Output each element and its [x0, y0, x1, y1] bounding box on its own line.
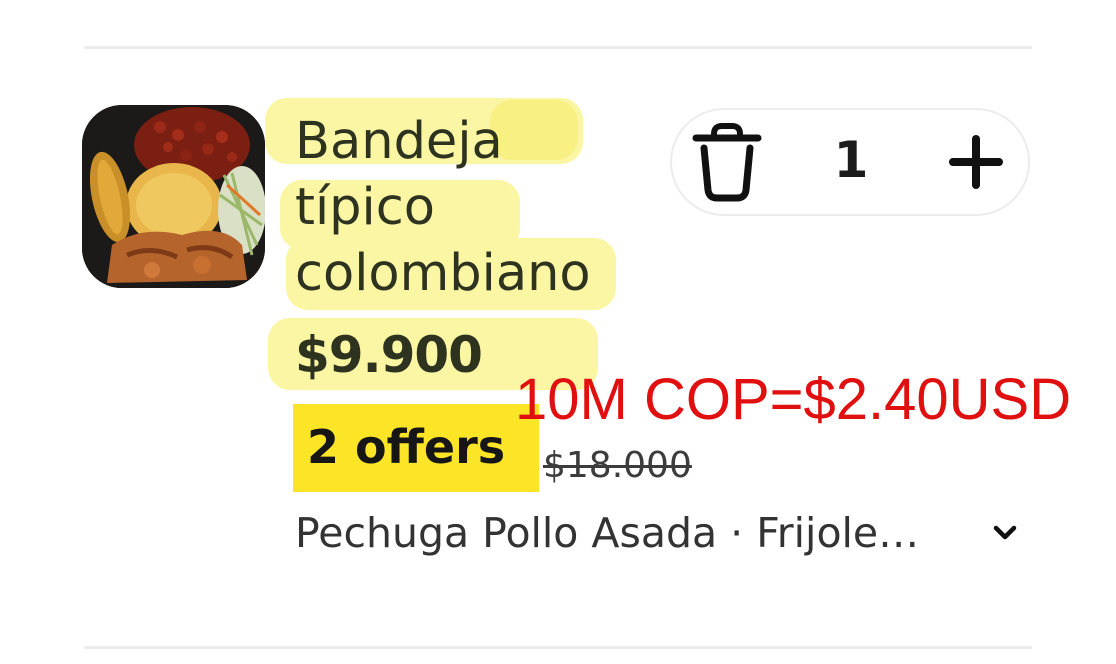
item-description[interactable]: Pechuga Pollo Asada · Frijole… [295, 508, 919, 558]
food-image [82, 105, 265, 288]
trash-icon[interactable] [690, 122, 764, 202]
chevron-down-icon[interactable] [990, 518, 1020, 548]
quantity-value: 1 [833, 131, 869, 189]
top-divider [84, 46, 1032, 49]
item-title-line: colombiano [295, 244, 591, 303]
currency-annotation: 10M COP=$2.40USD [515, 367, 1072, 432]
item-title-line: Bandeja [295, 112, 503, 171]
plus-icon[interactable] [946, 132, 1006, 192]
title-highlight [490, 100, 578, 160]
original-price: $18.000 [543, 445, 692, 486]
item-title-line: típico [295, 178, 435, 237]
item-price: $9.900 [295, 326, 483, 384]
offers-label: 2 offers [307, 420, 506, 474]
bottom-divider [84, 646, 1032, 649]
